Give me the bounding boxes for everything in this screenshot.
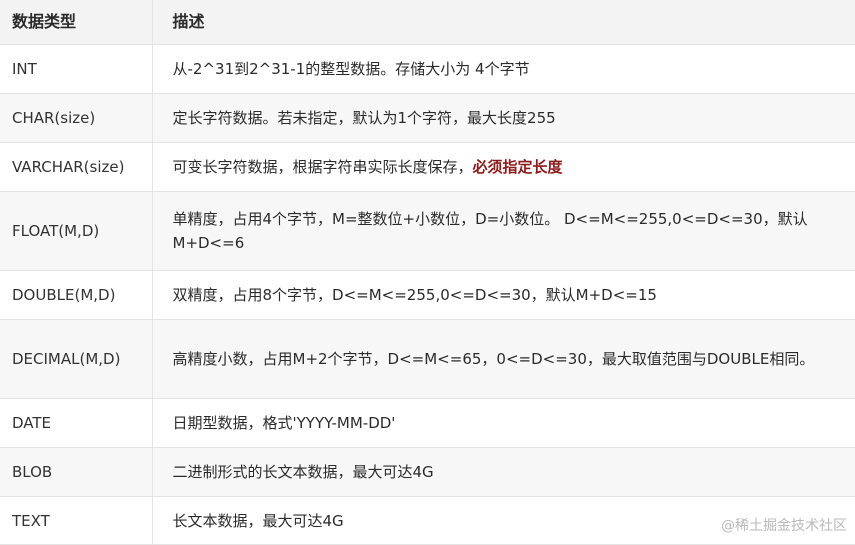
type-cell: CHAR(size) [0,93,153,143]
table-row: FLOAT(M,D) 单精度，占用4个字节，M=整数位+小数位，D=小数位。 D… [0,191,855,271]
type-cell: TEXT [0,496,153,545]
desc-text: 可变长字符数据，根据字符串实际长度保存， [172,158,473,176]
table-header-row: 数据类型 描述 [0,0,855,45]
type-cell: INT [0,44,153,94]
type-cell: BLOB [0,447,153,497]
header-data-type: 数据类型 [0,0,153,45]
desc-cell: 从-2^31到2^31-1的整型数据。存储大小为 4个字节 [152,44,855,94]
table-row: DECIMAL(M,D) 高精度小数，占用M+2个字节，D<=M<=65，0<=… [0,319,855,399]
watermark: @稀土掘金技术社区 [721,518,847,534]
table-row: BLOB 二进制形式的长文本数据，最大可达4G [0,447,855,497]
table-row: CHAR(size) 定长字符数据。若未指定，默认为1个字符，最大长度255 [0,93,855,143]
desc-cell: 双精度，占用8个字节，D<=M<=255,0<=D<=30，默认M+D<=15 [152,270,855,320]
emphasis-text: 必须指定长度 [472,158,563,176]
desc-cell: 日期型数据，格式'YYYY-MM-DD' [152,398,855,448]
desc-cell: 定长字符数据。若未指定，默认为1个字符，最大长度255 [152,93,855,143]
header-description: 描述 [152,0,855,45]
desc-cell: 可变长字符数据，根据字符串实际长度保存，必须指定长度 [152,142,855,192]
table-row: DATE 日期型数据，格式'YYYY-MM-DD' [0,398,855,448]
type-cell: VARCHAR(size) [0,142,153,192]
type-cell: DECIMAL(M,D) [0,319,153,399]
desc-cell: 单精度，占用4个字节，M=整数位+小数位，D=小数位。 D<=M<=255,0<… [152,191,855,271]
table-row: DOUBLE(M,D) 双精度，占用8个字节，D<=M<=255,0<=D<=3… [0,270,855,320]
data-types-table: 数据类型 描述 INT 从-2^31到2^31-1的整型数据。存储大小为 4个字… [0,0,855,545]
type-cell: DATE [0,398,153,448]
desc-cell: 二进制形式的长文本数据，最大可达4G [152,447,855,497]
type-cell: FLOAT(M,D) [0,191,153,271]
desc-cell: 高精度小数，占用M+2个字节，D<=M<=65，0<=D<=30，最大取值范围与… [152,319,855,399]
table-row: VARCHAR(size) 可变长字符数据，根据字符串实际长度保存，必须指定长度 [0,142,855,192]
table-row: INT 从-2^31到2^31-1的整型数据。存储大小为 4个字节 [0,44,855,94]
type-cell: DOUBLE(M,D) [0,270,153,320]
